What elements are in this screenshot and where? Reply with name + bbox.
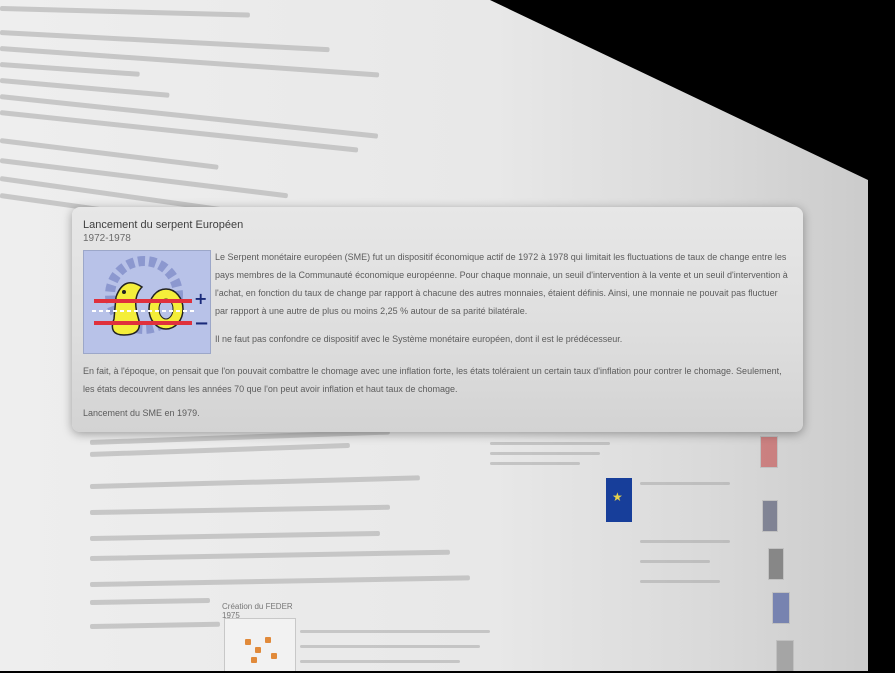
popup-paragraph-1: Le Serpent monétaire européen (SME) fut … (215, 252, 788, 316)
background-thumbnail (768, 548, 784, 580)
background-text-line (89, 475, 420, 489)
background-text-line (89, 442, 350, 457)
background-text-line (0, 6, 250, 18)
background-thumbnail (760, 436, 778, 468)
background-text-line (0, 78, 170, 98)
eu-flag-thumbnail (606, 478, 632, 522)
background-text-line (640, 560, 710, 563)
background-text-line (0, 158, 289, 199)
background-text-line (490, 452, 600, 455)
serpent-logo-graphic: + − (84, 251, 210, 353)
background-text-line (300, 660, 460, 663)
background-text-line (89, 575, 470, 587)
popup-title: Lancement du serpent Européen (83, 219, 244, 231)
background-text-line (640, 580, 720, 583)
event-popup-card[interactable]: Lancement du serpent Européen 1972-1978 … (72, 207, 803, 432)
popup-paragraph-2: Il ne faut pas confondre ce dispositif a… (215, 334, 623, 344)
background-text-line (89, 549, 450, 561)
svg-text:+: + (194, 289, 207, 308)
background-text-line (640, 540, 730, 543)
background-text-line (300, 630, 490, 633)
background-text-line (89, 530, 380, 541)
serpent-monetaire-logo: + − (83, 250, 211, 354)
popup-paragraph-4: Lancement du SME en 1979. (83, 408, 200, 418)
background-text-line (89, 621, 221, 629)
background-thumbnail (776, 640, 794, 671)
background-thumbnail (762, 500, 778, 532)
background-text-line (0, 62, 140, 77)
background-text-line (490, 462, 580, 465)
feder-caption-title: Création du FEDER (222, 602, 293, 611)
background-text-line (300, 645, 480, 648)
background-text-line (89, 504, 390, 515)
popup-years: 1972-1978 (83, 233, 131, 244)
svg-text:−: − (194, 313, 209, 334)
background-text-line (640, 482, 730, 485)
background-text-line (89, 597, 211, 605)
popup-paragraph-3: En fait, à l'époque, on pensait que l'on… (83, 366, 782, 394)
background-thumbnail (772, 592, 790, 624)
europe-map-thumbnail (224, 618, 296, 671)
background-text-line (490, 442, 610, 445)
